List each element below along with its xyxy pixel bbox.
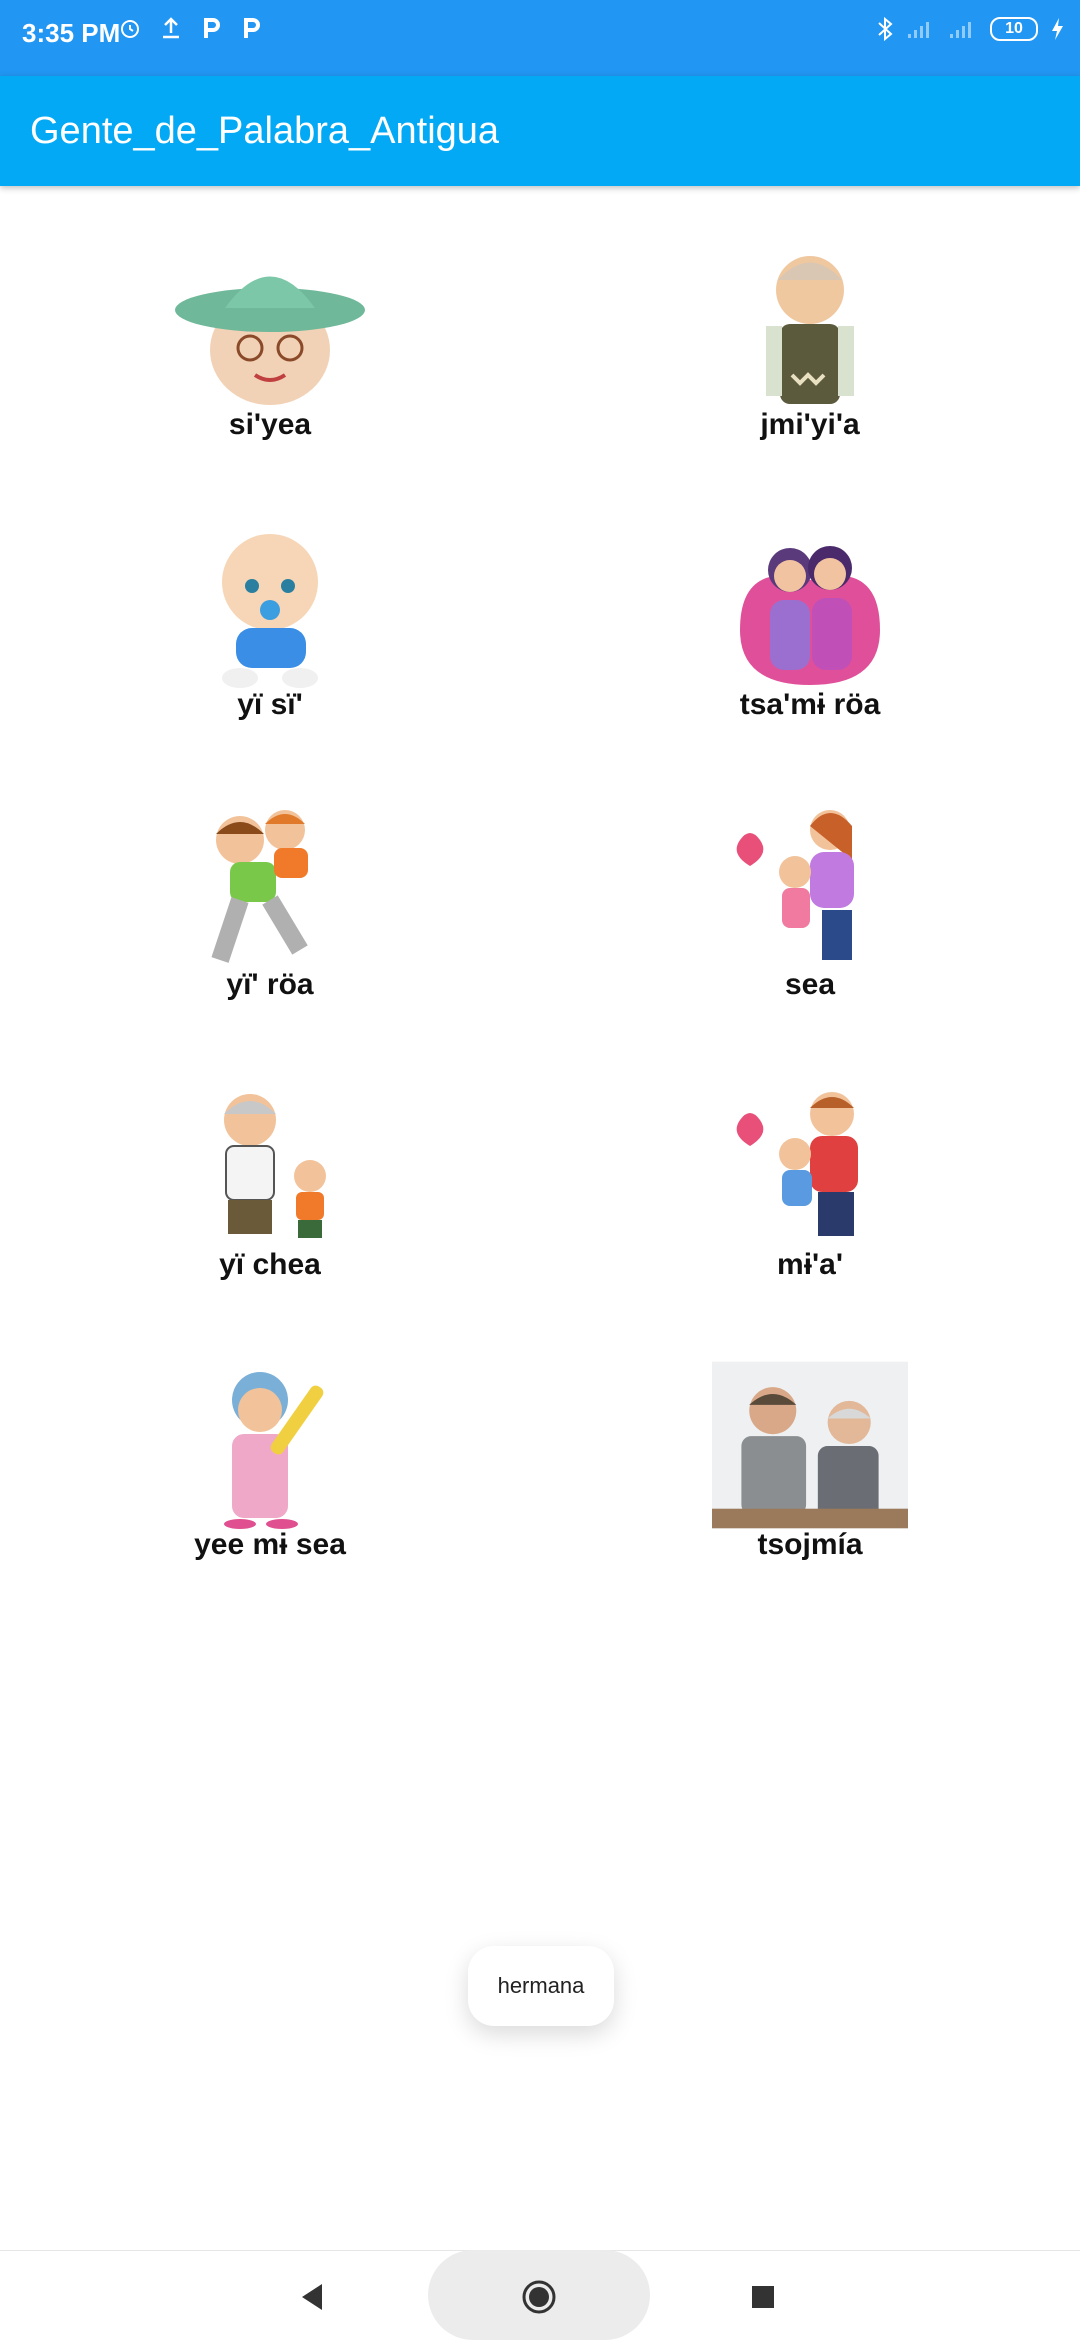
signal-icon	[950, 22, 971, 38]
grid-item-label: mɨ'a'	[777, 1248, 843, 1281]
status-left-icons	[118, 16, 262, 40]
grid-item-label: yï sï'	[237, 688, 303, 721]
grid-item-label: si'yea	[228, 408, 312, 441]
back-icon[interactable]	[288, 2272, 338, 2322]
toast-message: hermana	[468, 1946, 614, 2026]
grid-item-label: tsojmía	[757, 1528, 863, 1561]
recents-icon[interactable]	[738, 2272, 788, 2322]
grid-item[interactable]: sea	[540, 780, 1080, 1060]
grid-item[interactable]: yee mɨ sea	[0, 1340, 540, 1620]
grandfather-image	[766, 256, 854, 404]
status-right-icons: 10	[876, 16, 1064, 42]
upload-icon	[163, 17, 179, 39]
grid-item-label: yï' röa	[226, 968, 314, 1001]
grandmother-hat-image	[175, 276, 365, 405]
p-app-icon	[244, 18, 260, 38]
grid-item[interactable]: yï sï'	[0, 500, 540, 780]
grid-item[interactable]: yï' röa	[0, 780, 540, 1060]
bluetooth-icon	[878, 16, 893, 42]
app-title: Gente_de_Palabra_Antigua	[30, 110, 500, 152]
p-app-icon	[204, 18, 220, 38]
grid-item[interactable]: jmi'yi'a	[540, 220, 1080, 500]
grid-item-label: sea	[784, 968, 836, 1001]
grid-item[interactable]: tsa'mɨ röa	[540, 500, 1080, 780]
father-child-image	[736, 1092, 858, 1236]
battery-icon: 10	[990, 17, 1038, 41]
sisters-image	[740, 546, 880, 685]
grid-item-label: jmi'yi'a	[760, 408, 860, 441]
grandfather-grandson-image	[224, 1094, 326, 1238]
grid-item-label: yï chea	[219, 1248, 321, 1281]
status-time: 3:35 PM	[22, 18, 121, 48]
grid-item-label: tsa'mɨ röa	[739, 688, 881, 721]
grid-item[interactable]: mɨ'a'	[540, 1060, 1080, 1340]
signal-icon	[908, 22, 929, 38]
grandmother-rolling-pin-image	[224, 1372, 324, 1529]
home-icon[interactable]	[514, 2272, 564, 2322]
status-bar: 3:35 PM 10	[0, 0, 1080, 76]
grid-item-label: yee mɨ sea	[194, 1528, 346, 1561]
brothers-image	[211, 810, 308, 963]
grid-item[interactable]: si'yea	[0, 220, 540, 500]
grid-item[interactable]: tsojmía	[540, 1340, 1080, 1620]
charging-icon	[1052, 18, 1063, 40]
grid-item[interactable]: yï chea	[0, 1060, 540, 1340]
app-bar: Gente_de_Palabra_Antigua	[0, 76, 1080, 186]
baby-image	[222, 534, 318, 688]
alarm-icon	[121, 20, 139, 38]
mother-daughter-image	[736, 810, 854, 960]
father-elder-son-image	[712, 1361, 908, 1529]
